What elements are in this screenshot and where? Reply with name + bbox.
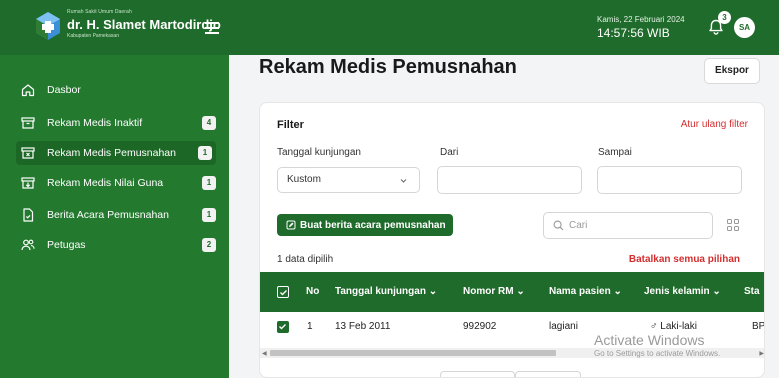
datetime: Kamis, 22 Februari 2024 14:57:56 WIB: [597, 15, 685, 40]
scroll-right-icon[interactable]: ▶: [759, 350, 764, 357]
users-icon: [21, 239, 35, 251]
cell-visit-date: 13 Feb 2011: [335, 321, 391, 332]
top-bar: Rumah Sakit Umum Daerah dr. H. Slamet Ma…: [0, 0, 779, 55]
sidebar-item-rekam-medis-nilai-guna[interactable]: Rekam Medis Nilai Guna 1: [20, 171, 216, 195]
sidebar-item-petugas[interactable]: Petugas 2: [20, 233, 216, 257]
column-gender[interactable]: Jenis kelamin ⌄: [644, 272, 721, 312]
visit-date-select[interactable]: Kustom: [277, 167, 420, 193]
cancel-all-selection-link[interactable]: Batalkan semua pilihan: [629, 254, 740, 265]
notification-badge: 3: [718, 11, 731, 24]
count-badge: 1: [202, 176, 216, 190]
search-input[interactable]: Cari: [543, 212, 713, 239]
rows-per-page-select[interactable]: [440, 371, 515, 377]
reset-filter-link[interactable]: Atur ulang filter: [681, 119, 748, 130]
page-select[interactable]: [515, 371, 581, 377]
cell-status: BP.: [752, 321, 765, 332]
column-patient-name[interactable]: Nama pasien ⌄: [549, 272, 622, 312]
document-icon: [23, 208, 34, 222]
archive-x-icon: [21, 147, 35, 159]
sidebar-item-rekam-medis-inaktif[interactable]: Rekam Medis Inaktif 4: [20, 111, 216, 135]
from-date-input[interactable]: [437, 166, 582, 194]
sidebar-item-label: Berita Acara Pemusnahan: [47, 209, 169, 221]
count-badge: 2: [202, 238, 216, 252]
visit-date-value: Kustom: [287, 174, 321, 185]
create-report-button[interactable]: Buat berita acara pemusnahan: [277, 214, 453, 236]
menu-toggle-icon[interactable]: [205, 22, 219, 34]
scroll-left-icon[interactable]: ◀: [262, 350, 267, 357]
cell-gender: ♂ Laki-laki: [650, 321, 697, 332]
current-time: 14:57:56 WIB: [597, 26, 670, 40]
hospital-name: dr. H. Slamet Martodirdjo: [67, 17, 221, 32]
edit-icon: [286, 220, 296, 230]
create-report-label: Buat berita acara pemusnahan: [300, 219, 446, 231]
sidebar-item-label: Rekam Medis Inaktif: [47, 117, 143, 129]
cell-rm-number: 992902: [463, 321, 497, 332]
selected-count: 1 data dipilih: [277, 254, 334, 265]
to-label: Sampai: [598, 147, 632, 158]
sidebar-item-label: Petugas: [47, 239, 86, 251]
sidebar-item-rekam-medis-pemusnahan[interactable]: Rekam Medis Pemusnahan 1: [16, 141, 216, 165]
column-status[interactable]: Sta: [744, 272, 760, 312]
to-date-input[interactable]: [597, 166, 742, 194]
visit-date-label: Tanggal kunjungan: [277, 147, 361, 158]
row-checkbox[interactable]: [277, 321, 289, 333]
count-badge: 4: [202, 116, 216, 130]
column-rm-number[interactable]: Nomor RM ⌄: [463, 272, 525, 312]
scrollbar-thumb[interactable]: [270, 350, 556, 356]
hospital-logo: [36, 12, 60, 40]
export-button[interactable]: Ekspor: [704, 58, 760, 84]
table-header: No Tanggal kunjungan ⌄ Nomor RM ⌄ Nama p…: [260, 272, 764, 312]
sidebar: Dasbor Rekam Medis Inaktif 4 Rekam Medis…: [0, 55, 229, 378]
check-icon: [280, 290, 287, 296]
hospital-type: Rumah Sakit Umum Daerah: [67, 9, 132, 15]
cell-no: 1: [307, 321, 313, 332]
filter-title: Filter: [277, 119, 304, 131]
current-date: Kamis, 22 Februari 2024: [597, 15, 685, 24]
archive-down-icon: [21, 177, 35, 189]
hospital-region: Kabupaten Pamekasan: [67, 33, 119, 39]
archive-icon: [21, 117, 35, 129]
search-icon: [553, 220, 564, 231]
avatar[interactable]: SA: [734, 17, 755, 38]
from-label: Dari: [440, 147, 459, 158]
grid-view-icon[interactable]: [726, 218, 740, 232]
cell-patient-name: lagiani: [549, 321, 578, 332]
check-icon: [279, 324, 286, 330]
sidebar-item-label: Dasbor: [47, 84, 81, 96]
home-icon: [21, 84, 35, 97]
sidebar-item-label: Rekam Medis Pemusnahan: [47, 147, 176, 159]
sidebar-item-berita-acara-pemusnahan[interactable]: Berita Acara Pemusnahan 1: [20, 203, 216, 227]
select-all-checkbox[interactable]: [277, 286, 289, 298]
count-badge: 1: [198, 146, 212, 160]
watermark-subtitle: Go to Settings to activate Windows.: [594, 349, 721, 358]
sidebar-item-label: Rekam Medis Nilai Guna: [47, 177, 164, 189]
chevron-down-icon: [400, 179, 407, 183]
activation-watermark: Activate Windows Go to Settings to activ…: [594, 332, 720, 358]
sidebar-item-dasbor[interactable]: Dasbor: [20, 78, 216, 102]
count-badge: 1: [202, 208, 216, 222]
watermark-title: Activate Windows: [594, 332, 705, 348]
search-placeholder: Cari: [569, 220, 588, 231]
column-no[interactable]: No: [306, 272, 319, 312]
page-title: Rekam Medis Pemusnahan: [259, 56, 517, 78]
column-visit-date[interactable]: Tanggal kunjungan ⌄: [335, 272, 437, 312]
male-icon: ♂: [650, 321, 658, 332]
